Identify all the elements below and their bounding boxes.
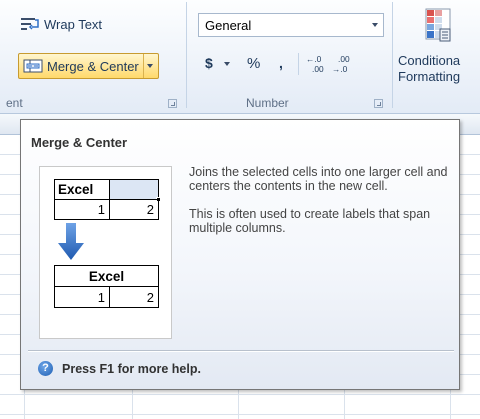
number-group-caption: Number	[246, 96, 289, 110]
divider	[298, 53, 299, 75]
after-merged-cell: Excel	[54, 265, 159, 287]
merge-illustration: Excel 1 2 Excel 1 2	[39, 166, 172, 339]
comma-style-button[interactable]: ,	[279, 55, 283, 71]
before-cell-a2: 1	[54, 199, 110, 220]
ribbon-group-separator	[186, 2, 187, 108]
tooltip-description: Joins the selected cells into one larger…	[189, 165, 451, 249]
chevron-down-icon	[146, 64, 153, 68]
decrease-decimal-button[interactable]: .00 →.0	[332, 54, 350, 74]
conditional-formatting-button[interactable]: Conditiona Formatting	[398, 53, 460, 85]
wrap-text-label: Wrap Text	[44, 16, 103, 32]
number-format-value: General	[205, 18, 252, 33]
merge-center-dropdown[interactable]	[142, 54, 156, 78]
arrow-down-icon	[58, 223, 84, 260]
before-cell-b2: 2	[109, 199, 159, 220]
number-dialog-launcher[interactable]	[374, 99, 383, 108]
tooltip-description-2: This is often used to create labels that…	[189, 207, 431, 235]
alignment-group-caption: ent	[6, 96, 23, 110]
tooltip-description-1: Joins the selected cells into one larger…	[189, 165, 448, 193]
conditional-formatting-label-line1: Conditiona	[398, 53, 461, 68]
before-cell-a1: Excel	[54, 179, 110, 200]
ribbon: Wrap Text Merge & Center ent General $ %…	[0, 0, 480, 114]
after-cell-b2: 2	[109, 286, 159, 308]
wrap-text-icon	[21, 18, 39, 30]
currency-dropdown-icon[interactable]	[224, 62, 230, 66]
tooltip-divider	[28, 350, 454, 352]
grid-line	[0, 394, 480, 395]
merge-center-label: Merge & Center	[47, 58, 139, 74]
after-cell-a2: 1	[54, 286, 110, 308]
help-icon: ?	[38, 361, 53, 376]
chevron-down-icon[interactable]	[367, 14, 383, 36]
tooltip-help-text: Press F1 for more help.	[62, 362, 201, 376]
conditional-formatting-icon[interactable]	[424, 7, 452, 47]
conditional-formatting-label-line2: Formatting	[398, 69, 461, 84]
merge-center-button[interactable]: Merge & Center	[18, 53, 159, 79]
increase-decimal-button[interactable]: ←.0.00	[306, 54, 324, 74]
before-cell-b1	[109, 179, 159, 200]
alignment-dialog-launcher[interactable]	[168, 99, 177, 108]
currency-button[interactable]: $	[205, 55, 213, 71]
tooltip-title: Merge & Center	[31, 135, 128, 150]
number-format-combo[interactable]: General	[198, 13, 384, 37]
merge-cells-icon	[23, 59, 43, 73]
wrap-text-button[interactable]: Wrap Text	[20, 16, 102, 32]
grid-line	[0, 414, 480, 415]
merge-center-tooltip: Merge & Center Excel 1 2 Excel 1 2 Joins…	[20, 119, 460, 390]
ribbon-group-separator	[392, 2, 393, 108]
percent-button[interactable]: %	[247, 55, 260, 72]
